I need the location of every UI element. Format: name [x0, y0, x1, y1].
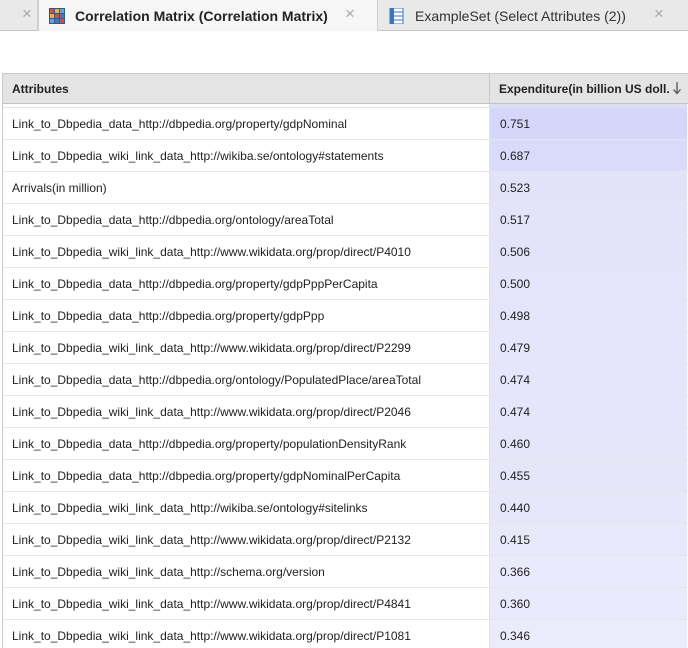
attribute-cell: Link_to_Dbpedia_data_http://dbpedia.org/… [3, 364, 490, 395]
tab-previous[interactable]: × [0, 0, 38, 31]
attribute-cell: Link_to_Dbpedia_wiki_link_data_http://sc… [3, 556, 490, 587]
attribute-cell: Link_to_Dbpedia_data_http://dbpedia.org/… [3, 300, 490, 331]
correlation-value-cell: 0.687 [490, 140, 687, 171]
correlation-value-cell: 0.523 [490, 172, 687, 203]
table-row[interactable]: Link_to_Dbpedia_wiki_link_data_http://ww… [3, 588, 688, 620]
table-row[interactable]: Link_to_Dbpedia_wiki_link_data_http://wi… [3, 492, 688, 524]
attribute-cell: Link_to_Dbpedia_data_http://dbpedia.org/… [3, 108, 490, 139]
correlation-value-cell: 0.517 [490, 204, 687, 235]
correlation-value-cell: 0.500 [490, 268, 687, 299]
table-row[interactable]: Link_to_Dbpedia_data_http://dbpedia.org/… [3, 300, 688, 332]
table-header: Attributes Expenditure(in billion US dol… [3, 74, 688, 104]
table-row[interactable]: Arrivals(in million) 0.523 [3, 172, 688, 204]
correlation-value-cell: 0.440 [490, 492, 687, 523]
table-row[interactable]: Link_to_Dbpedia_wiki_link_data_http://ww… [3, 524, 688, 556]
attribute-cell: Arrivals(in million) [3, 172, 490, 203]
attribute-cell: Link_to_Dbpedia_wiki_link_data_http://ww… [3, 620, 490, 648]
column-header-attributes[interactable]: Attributes [3, 74, 490, 103]
correlation-value-cell: 0.498 [490, 300, 687, 331]
matrix-icon [49, 7, 65, 24]
tab-exampleset[interactable]: ExampleSet (Select Attributes (2)) × [379, 0, 688, 31]
attribute-cell: Link_to_Dbpedia_wiki_link_data_http://ww… [3, 332, 490, 363]
correlation-value-cell: 0.460 [490, 428, 687, 459]
close-icon[interactable]: × [652, 5, 666, 22]
table-row[interactable]: Link_to_Dbpedia_wiki_link_data_http://ww… [3, 236, 688, 268]
column-header-label: Expenditure(in billion US doll... [499, 81, 669, 96]
correlation-value-cell: 0.360 [490, 588, 687, 619]
correlation-table: Attributes Expenditure(in billion US dol… [2, 73, 688, 648]
tab-bar: × Correlation Matrix (Correlation Matrix… [0, 0, 688, 31]
table-row[interactable]: Link_to_Dbpedia_data_http://dbpedia.org/… [3, 204, 688, 236]
attribute-cell: Link_to_Dbpedia_data_http://dbpedia.org/… [3, 460, 490, 491]
view-toolbar-area [0, 31, 688, 73]
correlation-value-cell: 0.415 [490, 524, 687, 555]
attribute-cell: Link_to_Dbpedia_wiki_link_data_http://ww… [3, 236, 490, 267]
correlation-value-cell: 0.455 [490, 460, 687, 491]
table-row[interactable]: Link_to_Dbpedia_data_http://dbpedia.org/… [3, 428, 688, 460]
attribute-cell: Link_to_Dbpedia_wiki_link_data_http://wi… [3, 140, 490, 171]
attribute-cell: Link_to_Dbpedia_data_http://dbpedia.org/… [3, 428, 490, 459]
table-row[interactable]: Link_to_Dbpedia_data_http://dbpedia.org/… [3, 460, 688, 492]
correlation-value-cell: 0.479 [490, 332, 687, 363]
attribute-cell: Link_to_Dbpedia_data_http://dbpedia.org/… [3, 268, 490, 299]
table-row[interactable]: Link_to_Dbpedia_wiki_link_data_http://ww… [3, 332, 688, 364]
attribute-cell: Link_to_Dbpedia_wiki_link_data_http://ww… [3, 396, 490, 427]
table-row[interactable]: Link_to_Dbpedia_data_http://dbpedia.org/… [3, 364, 688, 396]
attribute-cell: Link_to_Dbpedia_data_http://dbpedia.org/… [3, 204, 490, 235]
correlation-value-cell: 0.346 [490, 620, 687, 648]
tab-correlation-matrix[interactable]: Correlation Matrix (Correlation Matrix) … [38, 0, 378, 31]
correlation-value-cell: 0.751 [490, 108, 687, 139]
close-icon[interactable]: × [20, 5, 34, 22]
column-header-label: Attributes [12, 81, 69, 96]
close-icon[interactable]: × [343, 5, 357, 22]
attribute-cell: Link_to_Dbpedia_wiki_link_data_http://ww… [3, 524, 490, 555]
sort-descending-icon [673, 82, 681, 95]
tab-label: Correlation Matrix (Correlation Matrix) [75, 7, 328, 24]
attribute-cell: Link_to_Dbpedia_wiki_link_data_http://ww… [3, 588, 490, 619]
correlation-value-cell: 0.506 [490, 236, 687, 267]
table-row[interactable]: Link_to_Dbpedia_data_http://dbpedia.org/… [3, 108, 688, 140]
table-row[interactable]: Link_to_Dbpedia_wiki_link_data_http://ww… [3, 620, 688, 648]
tab-label: ExampleSet (Select Attributes (2)) [415, 7, 626, 24]
table-icon [389, 7, 404, 24]
correlation-value-cell: 0.366 [490, 556, 687, 587]
table-row[interactable]: Link_to_Dbpedia_wiki_link_data_http://wi… [3, 140, 688, 172]
column-header-expenditure[interactable]: Expenditure(in billion US doll... [490, 74, 687, 103]
attribute-cell: Link_to_Dbpedia_wiki_link_data_http://wi… [3, 492, 490, 523]
table-row[interactable]: Link_to_Dbpedia_wiki_link_data_http://sc… [3, 556, 688, 588]
table-body: Link_to_Dbpedia_data_http://dbpedia.org/… [3, 108, 688, 648]
correlation-value-cell: 0.474 [490, 364, 687, 395]
correlation-value-cell: 0.474 [490, 396, 687, 427]
table-row[interactable]: Link_to_Dbpedia_wiki_link_data_http://ww… [3, 396, 688, 428]
table-row[interactable]: Link_to_Dbpedia_data_http://dbpedia.org/… [3, 268, 688, 300]
